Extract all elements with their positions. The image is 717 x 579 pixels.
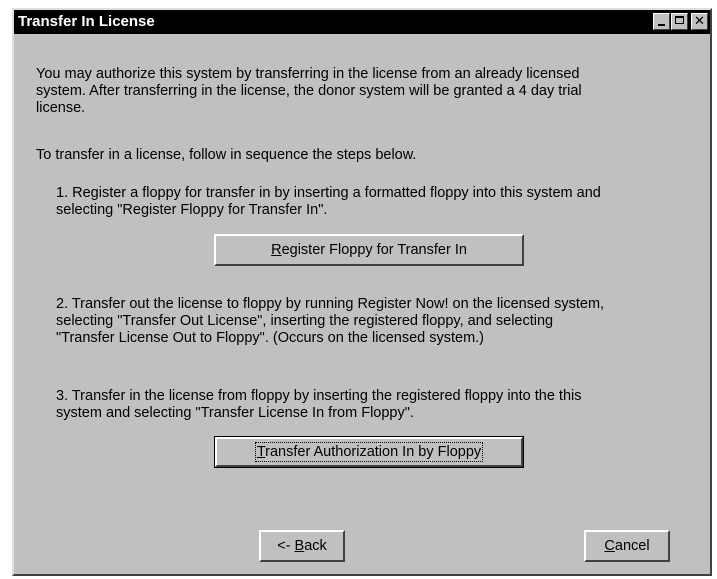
transfer-authorization-focus: Transfer Authorization In by Floppy: [254, 442, 484, 462]
intro-text: You may authorize this system by transfe…: [36, 66, 696, 117]
maximize-icon: [675, 16, 684, 24]
step-1-line-1: 1. Register a floppy for transfer in by …: [56, 185, 601, 201]
cancel-label: ancel: [614, 538, 650, 554]
close-icon: ✕: [694, 13, 705, 28]
step-1-text: 1. Register a floppy for transfer in by …: [56, 185, 706, 219]
transfer-authorization-label: ransfer Authorization In by Floppy: [265, 444, 482, 460]
sequence-instruction: To transfer in a license, follow in sequ…: [36, 147, 696, 164]
step-3-text: 3. Transfer in the license from floppy b…: [56, 388, 706, 422]
maximize-button[interactable]: [671, 13, 688, 30]
cancel-button[interactable]: Cancel: [584, 530, 670, 562]
step-1-line-2: selecting "Register Floppy for Transfer …: [56, 202, 328, 218]
minimize-icon: [658, 24, 665, 26]
step-2-text: 2. Transfer out the license to floppy by…: [56, 296, 706, 347]
title-bar[interactable]: Transfer In License ✕: [14, 10, 710, 34]
sequence-text: To transfer in a license, follow in sequ…: [36, 147, 417, 163]
transfer-in-license-dialog: Transfer In License ✕ You may authorize …: [12, 8, 712, 576]
intro-line-3: license.: [36, 100, 86, 116]
cancel-accel: C: [604, 538, 615, 554]
register-floppy-label: egister Floppy for Transfer In: [281, 242, 467, 258]
minimize-button[interactable]: [653, 13, 670, 30]
back-button[interactable]: <- Back: [259, 530, 345, 562]
intro-line-2: system. After transferring in the licens…: [36, 83, 582, 99]
transfer-authorization-accel: T: [256, 444, 266, 460]
step-3-line-1: 3. Transfer in the license from floppy b…: [56, 388, 582, 404]
intro-line-1: You may authorize this system by transfe…: [36, 66, 580, 82]
step-2-line-1: 2. Transfer out the license to floppy by…: [56, 296, 605, 312]
back-accel: B: [294, 538, 305, 554]
transfer-authorization-button[interactable]: Transfer Authorization In by Floppy: [214, 436, 524, 468]
step-3-line-2: system and selecting "Transfer License I…: [56, 405, 414, 421]
step-2-line-3: "Transfer License Out to Floppy". (Occur…: [56, 330, 485, 346]
register-floppy-button[interactable]: Register Floppy for Transfer In: [214, 234, 524, 266]
window-title: Transfer In License: [18, 13, 155, 30]
back-label: ack: [304, 538, 327, 554]
register-floppy-accel: R: [271, 242, 282, 258]
close-button[interactable]: ✕: [691, 13, 708, 30]
title-bar-buttons: ✕: [652, 13, 708, 31]
step-2-line-2: selecting "Transfer Out License", insert…: [56, 313, 554, 329]
back-arrow-prefix: <-: [277, 538, 295, 554]
